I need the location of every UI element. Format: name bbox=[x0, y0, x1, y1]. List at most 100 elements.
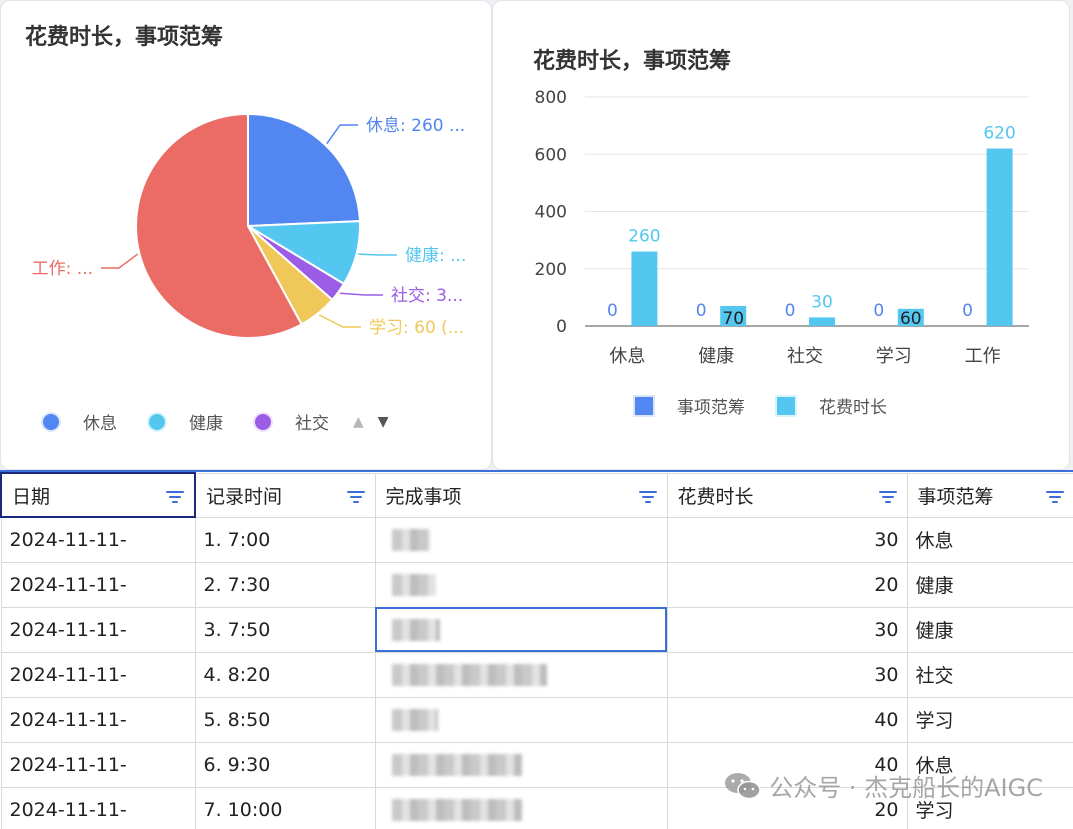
filter-icon[interactable] bbox=[638, 490, 657, 504]
pie-chart: 休息: 260 ... 健康: ... 社交: 3... 学习: 60 (... 工作:… bbox=[32, 112, 466, 339]
column-header-task[interactable]: 完成事项 bbox=[374, 472, 668, 518]
bar-data-label: 0 bbox=[607, 301, 618, 321]
bar-series2[interactable] bbox=[809, 317, 835, 326]
redacted-text bbox=[391, 798, 522, 821]
cell-duration[interactable]: 30 bbox=[666, 606, 908, 653]
bar-legend: 事项范筹 花费时长 bbox=[635, 393, 919, 418]
bar-data-label: 0 bbox=[696, 301, 707, 321]
bar-legend-item-category[interactable]: 事项范筹 bbox=[635, 393, 745, 418]
cell-task[interactable] bbox=[374, 741, 668, 788]
cell-date[interactable]: 2024-11-11- bbox=[0, 651, 196, 698]
cell-task[interactable] bbox=[374, 561, 668, 608]
pie-label-rest: 休息: 260 ... bbox=[366, 116, 465, 136]
column-header-label: 完成事项 bbox=[385, 485, 462, 508]
cell-time[interactable]: 3. 7:50 bbox=[194, 606, 376, 653]
cell-task[interactable] bbox=[374, 696, 668, 743]
filter-icon[interactable] bbox=[1045, 490, 1064, 504]
bar-series2[interactable] bbox=[986, 148, 1013, 326]
x-tick-label: 健康 bbox=[698, 346, 734, 367]
pie-label-social: 社交: 3... bbox=[391, 286, 463, 306]
watermark-text: 公众号 · 杰克船长的AIGC bbox=[769, 774, 1043, 802]
bar-data-label: 30 bbox=[811, 292, 833, 312]
redacted-text bbox=[391, 528, 430, 551]
cell-task[interactable] bbox=[374, 651, 668, 698]
column-header-duration[interactable]: 花费时长 bbox=[666, 472, 908, 518]
cell-date[interactable]: 2024-11-11- bbox=[0, 696, 196, 743]
pie-legend-item-rest[interactable]: 休息 bbox=[43, 409, 117, 434]
cell-date[interactable]: 2024-11-11- bbox=[0, 786, 196, 829]
bar-data-label: 0 bbox=[785, 301, 796, 321]
cell-time[interactable]: 6. 9:30 bbox=[194, 741, 376, 788]
column-header-date[interactable]: 日期 bbox=[0, 472, 196, 518]
bar-data-label: 70 bbox=[722, 309, 744, 329]
cell-time[interactable]: 7. 10:00 bbox=[194, 786, 376, 829]
pie-leader-line bbox=[339, 292, 383, 296]
y-tick-label: 600 bbox=[535, 145, 567, 165]
cell-duration[interactable]: 40 bbox=[666, 696, 908, 743]
column-header-category[interactable]: 事项范筹 bbox=[906, 472, 1073, 518]
cell-category[interactable]: 休息 bbox=[906, 516, 1073, 563]
redacted-text bbox=[391, 753, 522, 776]
column-header-label: 记录时间 bbox=[206, 485, 283, 508]
filter-icon[interactable] bbox=[166, 490, 184, 504]
column-header-time[interactable]: 记录时间 bbox=[194, 472, 376, 518]
x-tick-label: 工作 bbox=[965, 346, 1001, 367]
x-tick-label: 学习 bbox=[876, 346, 912, 367]
bar-data-label: 260 bbox=[628, 227, 660, 247]
x-tick-label: 休息 bbox=[609, 346, 645, 367]
bar-series2[interactable] bbox=[631, 251, 658, 326]
pie-legend: 休息 健康 社交 ▲ ▼ bbox=[43, 409, 403, 434]
legend-pager: ▲ ▼ bbox=[353, 414, 403, 430]
pie-leader-line bbox=[326, 124, 358, 145]
column-header-label: 花费时长 bbox=[677, 485, 754, 508]
filter-icon[interactable] bbox=[878, 490, 897, 504]
table-row: 2024-11-11- 5. 8:50 40 学习 bbox=[0, 696, 1073, 743]
cell-duration[interactable]: 20 bbox=[666, 561, 908, 608]
cell-date[interactable]: 2024-11-11- bbox=[0, 561, 196, 608]
y-tick-label: 200 bbox=[535, 260, 567, 280]
cell-duration[interactable]: 30 bbox=[666, 651, 908, 698]
pie-label-health: 健康: ... bbox=[405, 246, 466, 266]
pie-leader-line bbox=[358, 253, 397, 256]
cell-category[interactable]: 健康 bbox=[906, 606, 1073, 653]
pie-label-study: 学习: 60 (... bbox=[369, 318, 464, 338]
watermark: 公众号 · 杰克船长的AIGC bbox=[723, 768, 1043, 803]
cell-date[interactable]: 2024-11-11- bbox=[0, 516, 196, 563]
table-row: 2024-11-11- 3. 7:50 30 健康 bbox=[0, 606, 1073, 653]
cell-time[interactable]: 5. 8:50 bbox=[194, 696, 376, 743]
data-sheet: 日期 记录时间 完成事项 花费时长 事项范筹 2024-11-11- 1. 7:… bbox=[0, 470, 1073, 829]
bar-legend-label: 花费时长 bbox=[819, 398, 887, 418]
y-tick-label: 800 bbox=[535, 88, 567, 108]
pie-legend-item-social[interactable]: 社交 bbox=[255, 409, 329, 434]
cell-date[interactable]: 2024-11-11- bbox=[0, 741, 196, 788]
cell-time[interactable]: 2. 7:30 bbox=[194, 561, 376, 608]
bar-legend-label: 事项范筹 bbox=[677, 398, 745, 418]
cell-task[interactable] bbox=[374, 786, 668, 829]
chevron-up-icon[interactable]: ▲ bbox=[353, 414, 364, 430]
pie-legend-item-health[interactable]: 健康 bbox=[149, 409, 223, 434]
chevron-down-icon[interactable]: ▼ bbox=[378, 414, 389, 430]
x-tick-label: 社交 bbox=[787, 346, 823, 367]
cell-time[interactable]: 4. 8:20 bbox=[194, 651, 376, 698]
cell-task[interactable] bbox=[374, 516, 668, 563]
cell-task-selected[interactable] bbox=[374, 606, 668, 653]
pie-chart-card: 花费时长，事项范筹 休息: 260 ... 健康: ... 社交: 3... 学习: … bbox=[0, 0, 492, 470]
cell-category[interactable]: 学习 bbox=[906, 696, 1073, 743]
column-header-label: 事项范筹 bbox=[917, 485, 994, 508]
app-root: 花费时长，事项范筹 休息: 260 ... 健康: ... 社交: 3... 学习: … bbox=[0, 0, 1073, 829]
cell-time[interactable]: 1. 7:00 bbox=[194, 516, 376, 563]
y-tick-label: 0 bbox=[556, 317, 567, 337]
cell-category[interactable]: 社交 bbox=[906, 651, 1073, 698]
bar-legend-item-duration[interactable]: 花费时长 bbox=[777, 393, 887, 418]
pie-slice-rest[interactable] bbox=[247, 112, 361, 228]
filter-icon[interactable] bbox=[346, 490, 365, 504]
pie-label-work: 工作: ... bbox=[32, 259, 93, 279]
bar-chart-card: 花费时长，事项范筹 0 200 400 600 800 休息 0 260 健康 0 70 社交 0 30 学… bbox=[492, 0, 1070, 470]
legend-square-icon bbox=[635, 396, 653, 415]
legend-dot-icon bbox=[43, 413, 59, 430]
cell-category[interactable]: 健康 bbox=[906, 561, 1073, 608]
cell-duration[interactable]: 30 bbox=[666, 516, 908, 563]
pie-legend-label: 休息 bbox=[83, 414, 117, 434]
cell-date[interactable]: 2024-11-11- bbox=[0, 606, 196, 653]
y-tick-label: 400 bbox=[535, 203, 567, 223]
